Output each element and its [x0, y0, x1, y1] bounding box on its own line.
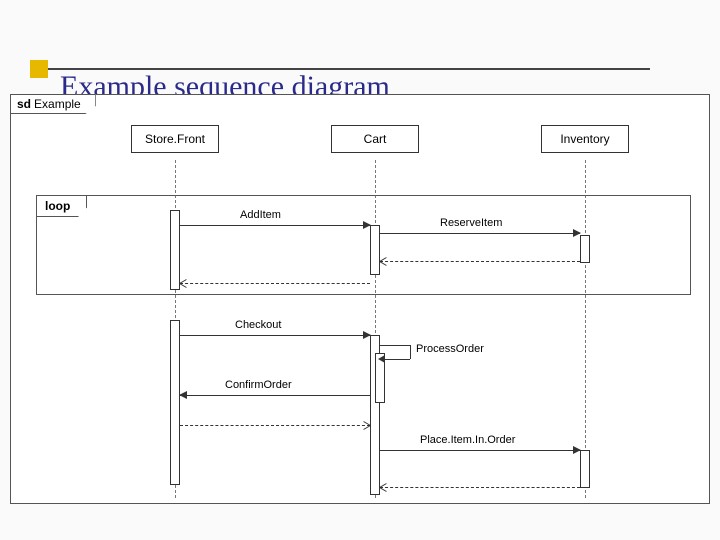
message-return-inventory-cart [380, 251, 580, 265]
activation-storefront-main [170, 320, 180, 485]
activation-cart-loop [370, 225, 380, 275]
message-placeiteminorder-label: Place.Item.In.Order [420, 434, 515, 446]
lifeline-cart: Cart [331, 125, 419, 153]
activation-inventory-main [580, 450, 590, 488]
message-return-inventory-cart-2 [380, 477, 580, 491]
sequence-diagram-frame: sdExample Store.Front Cart Inventory loo… [10, 94, 710, 504]
loop-label: loop [36, 195, 87, 217]
frame-prefix: sd [17, 97, 31, 111]
arrow-right-icon [573, 446, 581, 454]
message-reserveitem: ReserveItem [380, 223, 580, 237]
message-additem: AddItem [180, 215, 370, 229]
arrow-left-icon [179, 279, 187, 287]
frame-label: sdExample [10, 94, 96, 114]
message-return-cart-storefront [180, 273, 370, 287]
title-accent-icon [30, 60, 48, 78]
message-confirmorder-label: ConfirmOrder [225, 379, 292, 391]
arrow-right-icon [363, 421, 371, 429]
arrow-right-icon [573, 229, 581, 237]
message-reserveitem-label: ReserveItem [440, 217, 502, 229]
message-return-storefront-cart [180, 415, 370, 429]
arrow-right-icon [363, 221, 371, 229]
lifeline-inventory: Inventory [541, 125, 629, 153]
message-confirmorder: ConfirmOrder [180, 385, 370, 399]
message-additem-label: AddItem [240, 209, 281, 221]
lifeline-storefront: Store.Front [131, 125, 219, 153]
activation-inventory-loop [580, 235, 590, 263]
message-placeiteminorder: Place.Item.In.Order [380, 440, 580, 454]
activation-storefront-loop [170, 210, 180, 290]
arrow-left-icon [379, 257, 387, 265]
message-checkout-label: Checkout [235, 319, 281, 331]
arrow-right-icon [363, 331, 371, 339]
frame-name: Example [34, 97, 81, 111]
arrow-left-icon [179, 391, 187, 399]
arrow-left-icon [379, 483, 387, 491]
message-processorder-label: ProcessOrder [416, 343, 484, 355]
arrow-left-icon [378, 355, 385, 363]
message-checkout: Checkout [180, 325, 370, 339]
